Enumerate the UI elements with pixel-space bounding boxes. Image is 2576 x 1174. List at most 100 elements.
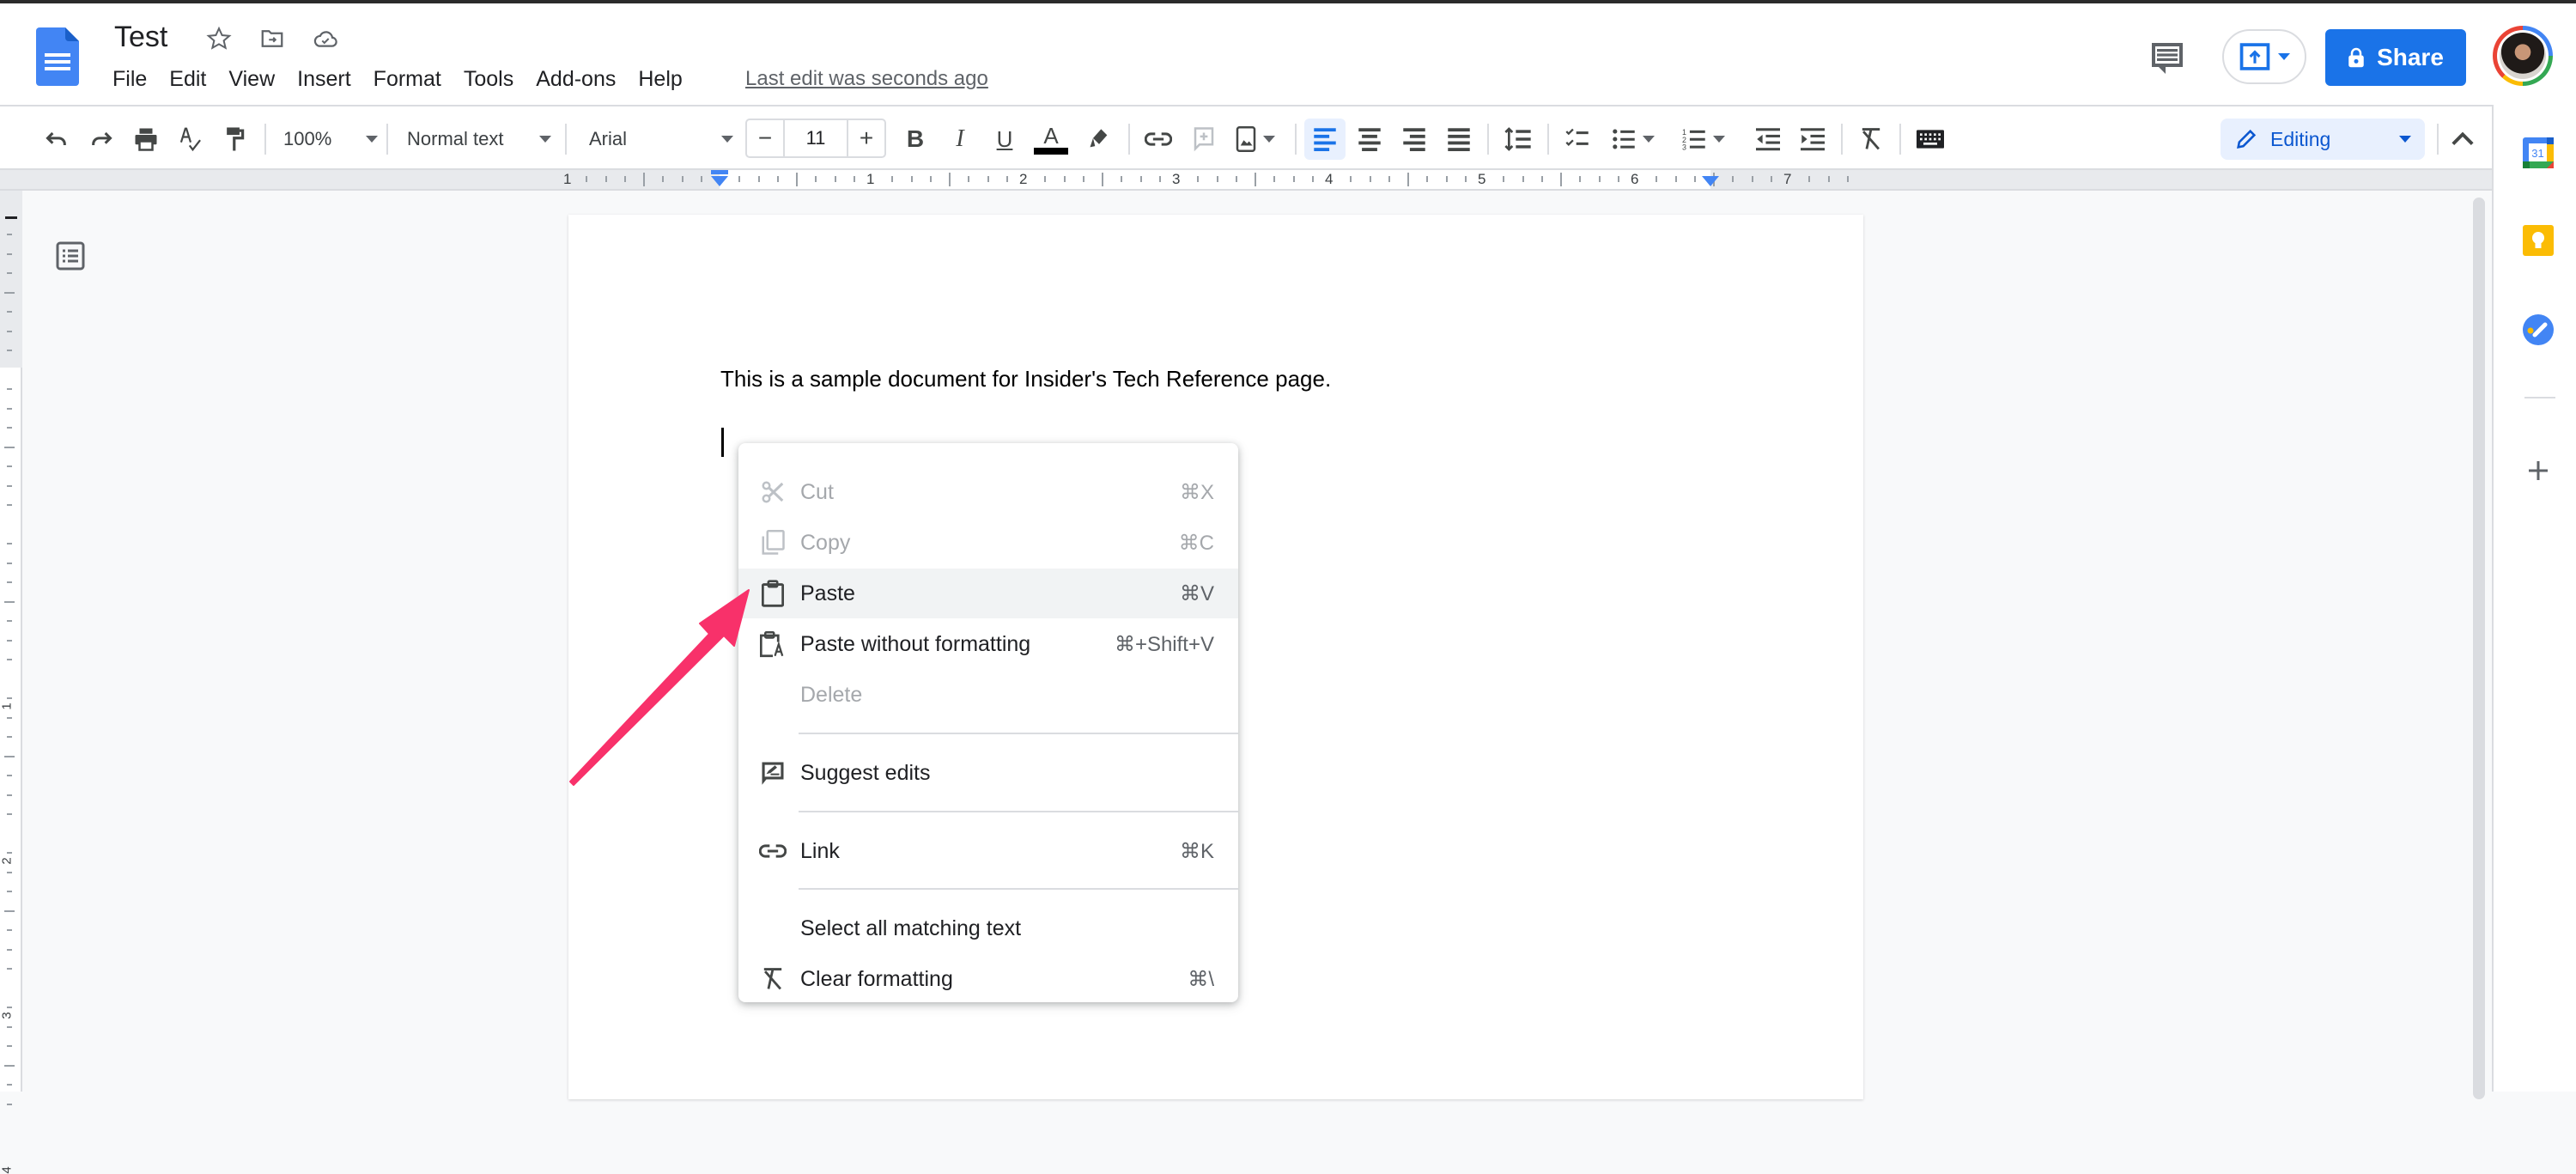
left-indent-marker[interactable] — [711, 176, 728, 186]
ruler-tick — [1082, 176, 1084, 182]
docs-logo-icon[interactable] — [36, 27, 79, 86]
context-menu-link[interactable]: Link ⌘K — [738, 826, 1238, 876]
ruler-tick — [7, 1103, 12, 1105]
decrease-font-size-button[interactable]: − — [747, 125, 783, 152]
font-family-select[interactable]: Arial — [589, 122, 733, 156]
menu-tools[interactable]: Tools — [464, 65, 524, 94]
text-color-icon[interactable]: A — [1034, 122, 1068, 156]
context-menu-select-all-matching[interactable]: Select all matching text — [738, 903, 1238, 953]
menu-file[interactable]: File — [112, 65, 157, 94]
ruler-tick — [1388, 176, 1390, 182]
star-icon[interactable] — [204, 24, 234, 53]
clear-formatting-icon[interactable] — [1855, 122, 1887, 156]
line-spacing-icon[interactable] — [1501, 122, 1535, 156]
menu-format[interactable]: Format — [374, 65, 452, 94]
menu-insert[interactable]: Insert — [297, 65, 361, 94]
ruler-tick — [7, 1084, 12, 1086]
text-cursor — [721, 428, 724, 457]
ruler-tick — [7, 1025, 12, 1028]
collapse-menus-icon[interactable] — [2447, 122, 2478, 156]
paragraph-style-select[interactable]: Normal text — [407, 122, 551, 156]
account-avatar[interactable] — [2493, 26, 2553, 86]
ruler-label: 2 — [0, 857, 15, 865]
ruler-tick — [1732, 176, 1735, 182]
numbered-list-button[interactable]: 123 — [1674, 122, 1733, 156]
increase-indent-icon[interactable] — [1796, 122, 1829, 156]
copy-icon — [759, 529, 787, 557]
context-menu-delete[interactable]: Delete — [738, 670, 1238, 720]
ruler-tick — [987, 176, 989, 182]
context-menu-copy[interactable]: Copy ⌘C — [738, 518, 1238, 568]
paint-format-icon[interactable] — [220, 122, 251, 156]
context-menu-clear-formatting[interactable]: Clear formatting ⌘\ — [738, 954, 1238, 1004]
align-left-icon[interactable] — [1309, 122, 1341, 156]
editing-mode-select[interactable]: Editing — [2221, 119, 2425, 160]
document-title[interactable]: Test — [114, 21, 167, 54]
align-center-icon[interactable] — [1353, 122, 1386, 156]
menu-help[interactable]: Help — [638, 65, 692, 94]
menu-edit[interactable]: Edit — [169, 65, 216, 94]
ruler-tick — [4, 755, 15, 757]
ruler-tick — [7, 330, 12, 332]
chevron-down-icon — [539, 136, 551, 143]
context-menu-paste-without-formatting[interactable]: Paste without formatting ⌘+Shift+V — [738, 619, 1238, 669]
toolbar-divider — [565, 124, 567, 155]
bold-icon[interactable]: B — [900, 122, 931, 156]
ruler-label: 2 — [1019, 171, 1028, 187]
menu-view[interactable]: View — [228, 65, 285, 94]
cloud-saved-icon[interactable] — [311, 24, 340, 53]
undo-icon[interactable] — [41, 122, 72, 156]
document-outline-icon[interactable] — [55, 240, 86, 271]
ruler-tick — [1751, 176, 1753, 182]
ruler-tick — [968, 176, 970, 182]
first-line-indent-marker[interactable] — [711, 170, 728, 174]
ruler-tick — [662, 176, 665, 182]
context-menu-cut[interactable]: Cut ⌘X — [738, 467, 1238, 517]
underline-icon[interactable]: U — [989, 122, 1020, 156]
highlight-icon[interactable] — [1084, 122, 1115, 156]
right-indent-marker[interactable] — [1702, 176, 1719, 186]
ruler-tick — [834, 176, 836, 182]
ruler-tick — [7, 948, 12, 951]
ruler-tick — [1407, 173, 1409, 186]
google-keep-icon[interactable] — [2523, 225, 2554, 256]
vertical-scrollbar[interactable] — [2473, 198, 2485, 1099]
spellcheck-icon[interactable] — [175, 122, 206, 156]
justify-icon[interactable] — [1443, 122, 1475, 156]
print-icon[interactable] — [131, 122, 161, 156]
ruler-tick — [7, 504, 12, 506]
google-tasks-icon[interactable] — [2523, 314, 2554, 345]
insert-link-icon[interactable] — [1142, 122, 1175, 156]
paste-plain-icon — [759, 630, 787, 658]
last-edit-link[interactable]: Last edit was seconds ago — [745, 67, 988, 91]
move-folder-icon[interactable] — [258, 24, 287, 53]
align-right-icon[interactable] — [1398, 122, 1431, 156]
decrease-indent-icon[interactable] — [1752, 122, 1784, 156]
top-margin-marker[interactable] — [5, 216, 17, 219]
get-addons-plus-icon[interactable] — [2523, 455, 2554, 486]
google-calendar-icon[interactable]: 31 — [2523, 137, 2554, 168]
ruler-tick — [7, 407, 12, 410]
italic-icon[interactable]: I — [945, 122, 975, 156]
document-paragraph[interactable]: This is a sample document for Insider's … — [720, 366, 1331, 392]
context-menu-suggest-edits[interactable]: Suggest edits — [738, 748, 1238, 798]
present-button[interactable] — [2222, 29, 2306, 84]
zoom-select[interactable]: 100% — [283, 122, 378, 156]
comment-history-icon[interactable] — [2147, 38, 2188, 79]
ruler-label: 1 — [866, 171, 875, 187]
context-menu-paste[interactable]: Paste ⌘V — [738, 569, 1238, 618]
toolbar-divider — [264, 124, 266, 155]
ruler-tick — [796, 173, 798, 186]
checklist-icon[interactable] — [1561, 122, 1594, 156]
font-size-input[interactable]: 11 — [783, 120, 848, 156]
horizontal-ruler[interactable]: 1 1 2 3 4 5 6 7 — [0, 168, 2492, 191]
insert-image-button[interactable] — [1230, 122, 1281, 156]
input-tools-keyboard-icon[interactable] — [1913, 122, 1947, 156]
increase-font-size-button[interactable]: + — [848, 125, 884, 152]
share-button[interactable]: Share — [2325, 29, 2466, 86]
add-comment-icon[interactable] — [1188, 122, 1219, 156]
redo-icon[interactable] — [86, 122, 117, 156]
bulleted-list-button[interactable] — [1604, 122, 1662, 156]
menu-addons[interactable]: Add-ons — [536, 65, 626, 94]
ruler-tick — [910, 176, 913, 182]
